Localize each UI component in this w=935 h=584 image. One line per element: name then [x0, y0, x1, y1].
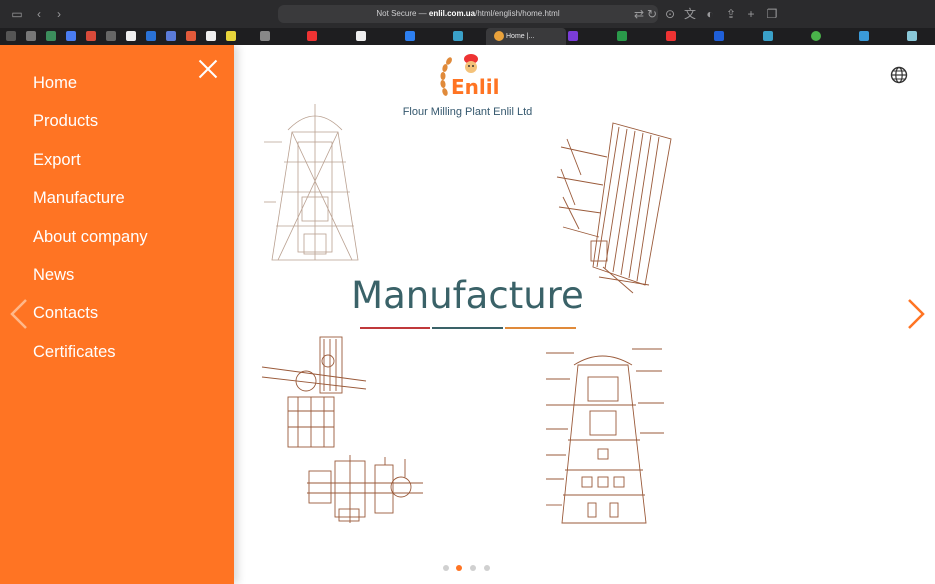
tab-favicon[interactable] — [307, 31, 317, 41]
menu-item-home[interactable]: Home — [33, 72, 148, 110]
mill-mechanism-drawing — [261, 336, 367, 448]
menu-item-about-company[interactable]: About company — [33, 226, 148, 264]
tab-favicon[interactable] — [166, 31, 176, 41]
address-domain: enlil.com.ua — [428, 9, 476, 18]
page-viewport: Home Products Export Manufacture About c… — [0, 45, 935, 584]
tab-overview-icon[interactable]: ❐ — [765, 7, 779, 21]
tab-active[interactable]: Home |... — [486, 28, 566, 45]
globe-icon[interactable] — [890, 66, 908, 84]
menu-item-manufacture[interactable]: Manufacture — [33, 187, 148, 225]
menu-item-export[interactable]: Export — [33, 149, 148, 187]
tab-favicon[interactable] — [86, 31, 96, 41]
side-menu: Home Products Export Manufacture About c… — [0, 45, 234, 584]
tab-favicon[interactable] — [763, 31, 773, 41]
browser-toolbar: ▭ ‹ › Not Secure — enlil.com.ua/html/eng… — [0, 0, 935, 28]
tab-favicon[interactable] — [106, 31, 116, 41]
enlil-logo[interactable]: Enlil — [439, 52, 501, 100]
title-underline-red — [360, 327, 430, 329]
tab-favicon[interactable] — [859, 31, 869, 41]
tab-favicon[interactable] — [714, 31, 724, 41]
windmill-sail-drawing — [556, 122, 672, 294]
close-icon[interactable] — [198, 59, 218, 79]
menu-item-contacts[interactable]: Contacts — [33, 302, 148, 340]
tab-favicon[interactable] — [666, 31, 676, 41]
tab-favicon[interactable] — [356, 31, 366, 41]
tab-favicon[interactable] — [260, 31, 270, 41]
windmill-tower-drawing — [264, 104, 359, 261]
menu-item-news[interactable]: News — [33, 264, 148, 302]
address-path: /html/english/home.html — [475, 9, 560, 18]
tab-favicon[interactable] — [453, 31, 463, 41]
download-icon[interactable]: ⊙ — [663, 7, 677, 21]
chevron-left-icon[interactable] — [8, 297, 30, 331]
tab-favicon[interactable] — [146, 31, 156, 41]
tab-favicon[interactable] — [46, 31, 56, 41]
chef-mascot-icon — [464, 54, 478, 73]
address-bar[interactable]: Not Secure — enlil.com.ua/html/english/h… — [278, 5, 658, 23]
menu-item-products[interactable]: Products — [33, 110, 148, 148]
forward-icon[interactable]: › — [52, 7, 66, 21]
reload-icon[interactable]: ↻ — [645, 7, 659, 21]
slider-dot-3[interactable] — [470, 565, 476, 571]
tab-favicon[interactable] — [811, 31, 821, 41]
tab-favicon[interactable] — [126, 31, 136, 41]
tab-favicon[interactable] — [568, 31, 578, 41]
chevron-right-icon[interactable] — [905, 297, 927, 331]
sidebar-toggle-icon[interactable]: ▭ — [10, 7, 24, 21]
new-tab-icon[interactable]: + — [744, 7, 758, 21]
back-icon[interactable]: ‹ — [32, 7, 46, 21]
share-icon[interactable]: ⇪ — [724, 7, 738, 21]
tab-favicon[interactable] — [26, 31, 36, 41]
company-tagline: Flour Milling Plant Enlil Ltd — [402, 106, 533, 118]
mill-cross-section-drawing — [546, 348, 664, 524]
tab-favicon[interactable] — [186, 31, 196, 41]
tab-favicon[interactable] — [226, 31, 236, 41]
tab-favicon[interactable] — [6, 31, 16, 41]
logo-text: Enlil — [451, 75, 499, 99]
title-underline-orange — [505, 327, 576, 329]
slider-dot-4[interactable] — [484, 565, 490, 571]
slider-dot-1[interactable] — [443, 565, 449, 571]
privacy-icon[interactable]: ◐ — [703, 7, 717, 21]
title-underline-teal — [432, 327, 503, 329]
address-security-label: Not Secure — — [376, 9, 429, 18]
tab-favicon[interactable] — [66, 31, 76, 41]
tab-favicon[interactable] — [405, 31, 415, 41]
enlil-favicon-icon — [494, 31, 504, 41]
gear-assembly-drawing — [307, 455, 423, 523]
translate-page-icon[interactable]: ⇄ — [632, 7, 646, 21]
slide-title: Manufacture — [351, 274, 584, 317]
slider-dot-2[interactable] — [456, 565, 462, 571]
menu-list: Home Products Export Manufacture About c… — [33, 72, 148, 379]
tab-favicon[interactable] — [206, 31, 216, 41]
menu-item-certificates[interactable]: Certificates — [33, 341, 148, 379]
tab-strip: Home |... — [0, 28, 935, 45]
translate-icon[interactable]: 文 — [683, 7, 697, 21]
tab-favicon[interactable] — [907, 31, 917, 41]
tab-favicon[interactable] — [617, 31, 627, 41]
active-tab-title: Home |... — [506, 33, 535, 40]
